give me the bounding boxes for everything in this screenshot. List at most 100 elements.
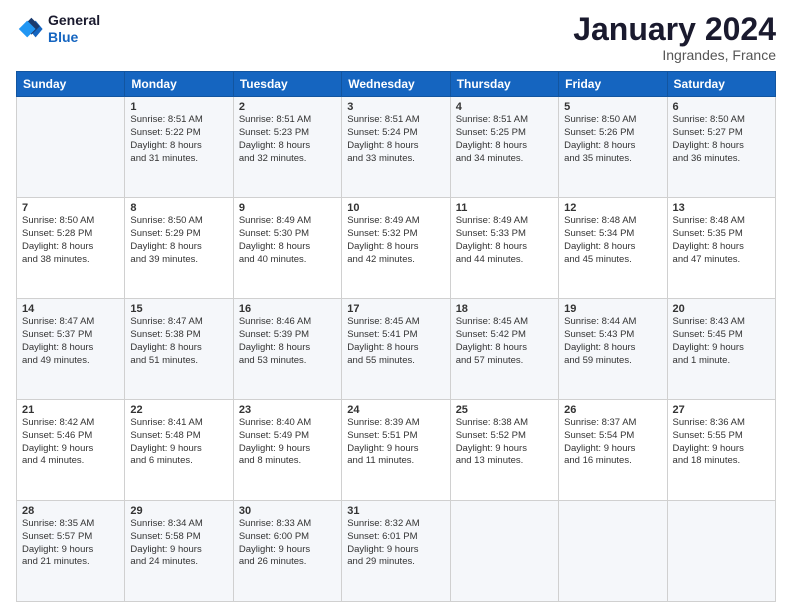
day-number: 25 xyxy=(456,404,553,416)
subtitle: Ingrandes, France xyxy=(573,47,776,63)
logo-icon xyxy=(16,15,44,43)
calendar-cell: 27Sunrise: 8:36 AM Sunset: 5:55 PM Dayli… xyxy=(667,400,775,501)
day-number: 18 xyxy=(456,303,553,315)
day-number: 17 xyxy=(347,303,444,315)
calendar-cell: 20Sunrise: 8:43 AM Sunset: 5:45 PM Dayli… xyxy=(667,299,775,400)
day-info: Sunrise: 8:48 AM Sunset: 5:35 PM Dayligh… xyxy=(673,215,770,266)
day-info: Sunrise: 8:47 AM Sunset: 5:38 PM Dayligh… xyxy=(130,316,227,367)
calendar-cell: 29Sunrise: 8:34 AM Sunset: 5:58 PM Dayli… xyxy=(125,501,233,602)
day-info: Sunrise: 8:36 AM Sunset: 5:55 PM Dayligh… xyxy=(673,417,770,468)
calendar-cell: 13Sunrise: 8:48 AM Sunset: 5:35 PM Dayli… xyxy=(667,198,775,299)
day-info: Sunrise: 8:51 AM Sunset: 5:22 PM Dayligh… xyxy=(130,114,227,165)
calendar-cell: 18Sunrise: 8:45 AM Sunset: 5:42 PM Dayli… xyxy=(450,299,558,400)
calendar-cell: 24Sunrise: 8:39 AM Sunset: 5:51 PM Dayli… xyxy=(342,400,450,501)
calendar-cell: 15Sunrise: 8:47 AM Sunset: 5:38 PM Dayli… xyxy=(125,299,233,400)
day-number: 12 xyxy=(564,202,661,214)
calendar-cell: 8Sunrise: 8:50 AM Sunset: 5:29 PM Daylig… xyxy=(125,198,233,299)
day-number: 11 xyxy=(456,202,553,214)
calendar-cell xyxy=(450,501,558,602)
calendar-cell: 26Sunrise: 8:37 AM Sunset: 5:54 PM Dayli… xyxy=(559,400,667,501)
calendar-cell: 17Sunrise: 8:45 AM Sunset: 5:41 PM Dayli… xyxy=(342,299,450,400)
day-number: 23 xyxy=(239,404,336,416)
day-number: 27 xyxy=(673,404,770,416)
calendar-header: SundayMondayTuesdayWednesdayThursdayFrid… xyxy=(17,72,776,97)
day-number: 29 xyxy=(130,505,227,517)
day-info: Sunrise: 8:37 AM Sunset: 5:54 PM Dayligh… xyxy=(564,417,661,468)
day-info: Sunrise: 8:35 AM Sunset: 5:57 PM Dayligh… xyxy=(22,518,119,569)
day-number: 10 xyxy=(347,202,444,214)
calendar-cell: 28Sunrise: 8:35 AM Sunset: 5:57 PM Dayli… xyxy=(17,501,125,602)
logo-line2: Blue xyxy=(48,29,100,46)
calendar-cell: 19Sunrise: 8:44 AM Sunset: 5:43 PM Dayli… xyxy=(559,299,667,400)
calendar-cell xyxy=(667,501,775,602)
weekday-row: SundayMondayTuesdayWednesdayThursdayFrid… xyxy=(17,72,776,97)
day-info: Sunrise: 8:47 AM Sunset: 5:37 PM Dayligh… xyxy=(22,316,119,367)
day-info: Sunrise: 8:51 AM Sunset: 5:25 PM Dayligh… xyxy=(456,114,553,165)
calendar-week-4: 21Sunrise: 8:42 AM Sunset: 5:46 PM Dayli… xyxy=(17,400,776,501)
calendar-cell: 30Sunrise: 8:33 AM Sunset: 6:00 PM Dayli… xyxy=(233,501,341,602)
day-number: 22 xyxy=(130,404,227,416)
calendar-cell: 11Sunrise: 8:49 AM Sunset: 5:33 PM Dayli… xyxy=(450,198,558,299)
day-info: Sunrise: 8:48 AM Sunset: 5:34 PM Dayligh… xyxy=(564,215,661,266)
calendar-cell: 10Sunrise: 8:49 AM Sunset: 5:32 PM Dayli… xyxy=(342,198,450,299)
day-number: 5 xyxy=(564,101,661,113)
day-number: 4 xyxy=(456,101,553,113)
day-number: 9 xyxy=(239,202,336,214)
calendar-week-5: 28Sunrise: 8:35 AM Sunset: 5:57 PM Dayli… xyxy=(17,501,776,602)
logo-line1: General xyxy=(48,12,100,29)
calendar-cell: 1Sunrise: 8:51 AM Sunset: 5:22 PM Daylig… xyxy=(125,97,233,198)
weekday-header-sunday: Sunday xyxy=(17,72,125,97)
page-header: General Blue January 2024 Ingrandes, Fra… xyxy=(16,12,776,63)
day-number: 1 xyxy=(130,101,227,113)
day-number: 14 xyxy=(22,303,119,315)
day-number: 8 xyxy=(130,202,227,214)
logo-text: General Blue xyxy=(48,12,100,46)
day-info: Sunrise: 8:50 AM Sunset: 5:27 PM Dayligh… xyxy=(673,114,770,165)
day-info: Sunrise: 8:41 AM Sunset: 5:48 PM Dayligh… xyxy=(130,417,227,468)
day-info: Sunrise: 8:51 AM Sunset: 5:24 PM Dayligh… xyxy=(347,114,444,165)
day-info: Sunrise: 8:49 AM Sunset: 5:33 PM Dayligh… xyxy=(456,215,553,266)
day-info: Sunrise: 8:45 AM Sunset: 5:41 PM Dayligh… xyxy=(347,316,444,367)
weekday-header-thursday: Thursday xyxy=(450,72,558,97)
day-number: 30 xyxy=(239,505,336,517)
weekday-header-wednesday: Wednesday xyxy=(342,72,450,97)
calendar-cell: 14Sunrise: 8:47 AM Sunset: 5:37 PM Dayli… xyxy=(17,299,125,400)
calendar-body: 1Sunrise: 8:51 AM Sunset: 5:22 PM Daylig… xyxy=(17,97,776,602)
day-number: 24 xyxy=(347,404,444,416)
day-info: Sunrise: 8:49 AM Sunset: 5:32 PM Dayligh… xyxy=(347,215,444,266)
day-info: Sunrise: 8:32 AM Sunset: 6:01 PM Dayligh… xyxy=(347,518,444,569)
day-number: 13 xyxy=(673,202,770,214)
day-info: Sunrise: 8:51 AM Sunset: 5:23 PM Dayligh… xyxy=(239,114,336,165)
day-number: 21 xyxy=(22,404,119,416)
day-info: Sunrise: 8:50 AM Sunset: 5:29 PM Dayligh… xyxy=(130,215,227,266)
day-number: 2 xyxy=(239,101,336,113)
calendar-week-1: 1Sunrise: 8:51 AM Sunset: 5:22 PM Daylig… xyxy=(17,97,776,198)
day-info: Sunrise: 8:49 AM Sunset: 5:30 PM Dayligh… xyxy=(239,215,336,266)
day-info: Sunrise: 8:46 AM Sunset: 5:39 PM Dayligh… xyxy=(239,316,336,367)
calendar-cell: 23Sunrise: 8:40 AM Sunset: 5:49 PM Dayli… xyxy=(233,400,341,501)
calendar-cell: 22Sunrise: 8:41 AM Sunset: 5:48 PM Dayli… xyxy=(125,400,233,501)
day-number: 31 xyxy=(347,505,444,517)
calendar-cell: 31Sunrise: 8:32 AM Sunset: 6:01 PM Dayli… xyxy=(342,501,450,602)
weekday-header-saturday: Saturday xyxy=(667,72,775,97)
day-info: Sunrise: 8:40 AM Sunset: 5:49 PM Dayligh… xyxy=(239,417,336,468)
day-number: 3 xyxy=(347,101,444,113)
calendar-cell xyxy=(17,97,125,198)
calendar-cell: 25Sunrise: 8:38 AM Sunset: 5:52 PM Dayli… xyxy=(450,400,558,501)
calendar-cell: 16Sunrise: 8:46 AM Sunset: 5:39 PM Dayli… xyxy=(233,299,341,400)
calendar-week-3: 14Sunrise: 8:47 AM Sunset: 5:37 PM Dayli… xyxy=(17,299,776,400)
day-info: Sunrise: 8:44 AM Sunset: 5:43 PM Dayligh… xyxy=(564,316,661,367)
day-number: 19 xyxy=(564,303,661,315)
day-number: 6 xyxy=(673,101,770,113)
day-info: Sunrise: 8:33 AM Sunset: 6:00 PM Dayligh… xyxy=(239,518,336,569)
day-number: 7 xyxy=(22,202,119,214)
day-info: Sunrise: 8:50 AM Sunset: 5:28 PM Dayligh… xyxy=(22,215,119,266)
weekday-header-tuesday: Tuesday xyxy=(233,72,341,97)
day-number: 26 xyxy=(564,404,661,416)
calendar-cell xyxy=(559,501,667,602)
day-info: Sunrise: 8:42 AM Sunset: 5:46 PM Dayligh… xyxy=(22,417,119,468)
day-number: 20 xyxy=(673,303,770,315)
title-block: January 2024 Ingrandes, France xyxy=(573,12,776,63)
weekday-header-friday: Friday xyxy=(559,72,667,97)
calendar-cell: 3Sunrise: 8:51 AM Sunset: 5:24 PM Daylig… xyxy=(342,97,450,198)
